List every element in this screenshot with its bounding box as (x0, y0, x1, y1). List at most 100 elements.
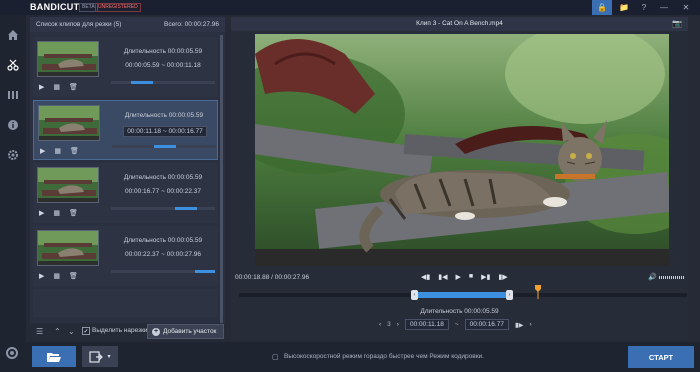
clip-range: 00:00:05.59 ~ 00:00:11.18 (125, 62, 201, 69)
clip-progress (111, 270, 215, 273)
folder-icon[interactable]: 📁 (614, 0, 634, 15)
play-icon[interactable]: ▶ (39, 83, 44, 91)
clip-list-scrollbar[interactable] (220, 35, 223, 335)
segment-end-input[interactable]: 00:00:16.77 (464, 319, 509, 330)
player-header: Клип 3 - Cat On A Bench.mp4 📷 (231, 17, 688, 31)
range-start-handle[interactable]: ‹ (411, 290, 418, 300)
end-nav-icon[interactable]: › (530, 321, 532, 328)
info-icon[interactable] (5, 117, 21, 133)
transport-controls: ◀▮ ▮◀ ▶ ■ ▶▮ ▮▶ (421, 273, 508, 281)
output-settings-button[interactable]: ▾ (82, 346, 118, 367)
clip-item[interactable]: ▶ ▦ 🗑 Длительность 00:00:05.59 00:00:05.… (33, 37, 218, 97)
select-all-checkbox[interactable]: ✓ (82, 327, 90, 335)
app-logo: BANDICUT (30, 2, 80, 12)
prev-segment-icon[interactable]: ◀▮ (421, 273, 430, 281)
next-frame-icon[interactable]: ▶▮ (481, 273, 490, 281)
trash-icon[interactable]: 🗑 (69, 272, 78, 280)
clip-list-panel: Список клипов для резки (5) Всего: 00:00… (30, 17, 225, 340)
clip-item[interactable] (33, 289, 218, 317)
title-bar: BANDICUT BETA UNREGISTERED 🔒 📁 ? — ✕ (0, 0, 700, 15)
split-icon[interactable] (5, 87, 21, 103)
clip-list-header: Список клипов для резки (5) Всего: 00:00… (30, 17, 225, 32)
play-icon[interactable]: ▶ (40, 147, 45, 155)
minimize-icon[interactable]: — (654, 0, 674, 15)
grid-icon[interactable]: ▦ (53, 272, 60, 280)
close-icon[interactable]: ✕ (676, 0, 696, 15)
playhead-marker[interactable] (535, 285, 541, 299)
trash-icon[interactable]: 🗑 (69, 209, 78, 217)
left-navigation (0, 15, 26, 372)
trash-icon[interactable]: 🗑 (69, 83, 78, 91)
clip-controls: ▶ ▦ 🗑 (39, 82, 99, 92)
prev-frame-icon[interactable]: ▮◀ (438, 273, 447, 281)
next-segment-icon[interactable]: ▮▶ (498, 273, 507, 281)
lock-icon[interactable]: 🔒 (592, 0, 612, 15)
video-frame[interactable] (255, 34, 669, 266)
trash-icon[interactable]: 🗑 (70, 147, 79, 155)
clip-item[interactable]: ▶ ▦ 🗑 Длительность 00:00:05.59 00:00:22.… (33, 226, 218, 286)
clip-thumbnail (37, 230, 99, 266)
add-segment-button[interactable]: + Добавить участок (147, 324, 224, 339)
volume-slider[interactable] (659, 276, 685, 279)
open-file-button[interactable] (32, 346, 76, 367)
segment-duration: Длительность 00:00:05.59 (420, 308, 499, 315)
clip-progress (111, 81, 215, 84)
volume-icon[interactable]: 🔊 (648, 273, 657, 281)
move-up-icon[interactable]: ⌃ (54, 327, 61, 336)
play-icon[interactable]: ▶ (456, 273, 461, 281)
clip-range[interactable]: 00:00:11.18 ~ 00:00:16.77 (112, 126, 218, 137)
clip-thumbnail (37, 41, 99, 77)
clip-item-selected[interactable]: ▶ ▦ 🗑 Длительность 00:00:05.59 00:00:11.… (33, 100, 218, 160)
segment-range-editor: ‹ 3 › 00:00:11.18 ~ 00:00:16.77 ▮▶ › (379, 319, 532, 330)
unregistered-badge: UNREGISTERED (95, 3, 141, 12)
clip-duration: Длительность 00:00:05.59 (124, 112, 204, 119)
grid-icon[interactable]: ▦ (54, 147, 61, 155)
home-icon[interactable] (5, 27, 21, 43)
segment-start-input[interactable]: 00:00:11.18 (404, 319, 449, 330)
play-icon[interactable]: ▶ (39, 272, 44, 280)
clip-progress (111, 207, 215, 210)
grid-icon[interactable]: ▦ (53, 209, 60, 217)
grid-icon[interactable]: ▦ (53, 83, 60, 91)
list-menu-icon[interactable]: ☰ (36, 327, 43, 336)
play-icon[interactable]: ▶ (39, 209, 44, 217)
record-icon[interactable] (6, 347, 18, 359)
playback-position: 00:00:18.88 / 00:00:27.96 (235, 274, 310, 281)
clip-duration: Длительность 00:00:05.59 (123, 237, 203, 244)
move-down-icon[interactable]: ⌄ (68, 327, 75, 336)
range-end-handle[interactable]: › (506, 290, 513, 300)
clip-thumbnail (38, 105, 100, 141)
segment-number: 3 (387, 321, 391, 328)
cut-icon[interactable] (5, 57, 21, 73)
plus-icon: + (152, 327, 160, 336)
start-button[interactable]: СТАРТ (628, 346, 694, 368)
clip-controls: ▶ ▦ 🗑 (39, 208, 99, 218)
player-title: Клип 3 - Cat On A Bench.mp4 (416, 20, 503, 27)
help-icon[interactable]: ? (634, 0, 654, 15)
player-panel: Клип 3 - Cat On A Bench.mp4 📷 00:00:18.8… (231, 17, 688, 340)
select-all-label: Выделить нарезки (92, 327, 148, 334)
snapshot-icon[interactable]: 📷 (672, 19, 682, 28)
mode-tip: Высокоскоростной режим гораздо быстрее ч… (284, 353, 484, 360)
clip-range: 00:00:16.77 ~ 00:00:22.37 (124, 188, 202, 195)
selected-range[interactable] (414, 292, 509, 298)
clip-list-total: Всего: 00:00:27.96 (164, 21, 219, 28)
clip-duration: Длительность 00:00:05.59 (123, 48, 203, 55)
next-icon[interactable]: › (397, 321, 399, 328)
message-icon: ▢ (272, 354, 279, 361)
clip-list-title: Список клипов для резки (5) (36, 21, 122, 28)
clip-list-footer: ☰ ⌃ ⌄ ✓ Выделить нарезки + Добавить учас… (30, 323, 225, 340)
clip-progress (112, 145, 216, 148)
settings-icon[interactable] (5, 147, 21, 163)
clip-duration: Длительность 00:00:05.59 (123, 174, 203, 181)
set-end-icon[interactable]: ▮▶ (515, 321, 524, 329)
app-window: BANDICUT BETA UNREGISTERED 🔒 📁 ? — ✕ Спи… (0, 0, 700, 372)
clip-item[interactable]: ▶ ▦ 🗑 Длительность 00:00:05.59 00:00:16.… (33, 163, 218, 223)
prev-icon[interactable]: ‹ (379, 321, 381, 328)
clip-controls: ▶ ▦ 🗑 (39, 271, 99, 281)
bottom-bar: ▾ ▢ Высокоскоростной режим гораздо быстр… (26, 342, 700, 372)
clip-thumbnail (37, 167, 99, 203)
stop-icon[interactable]: ■ (469, 273, 473, 281)
clip-controls: ▶ ▦ 🗑 (40, 146, 100, 156)
clip-range: 00:00:22.37 ~ 00:00:27.96 (124, 251, 202, 258)
